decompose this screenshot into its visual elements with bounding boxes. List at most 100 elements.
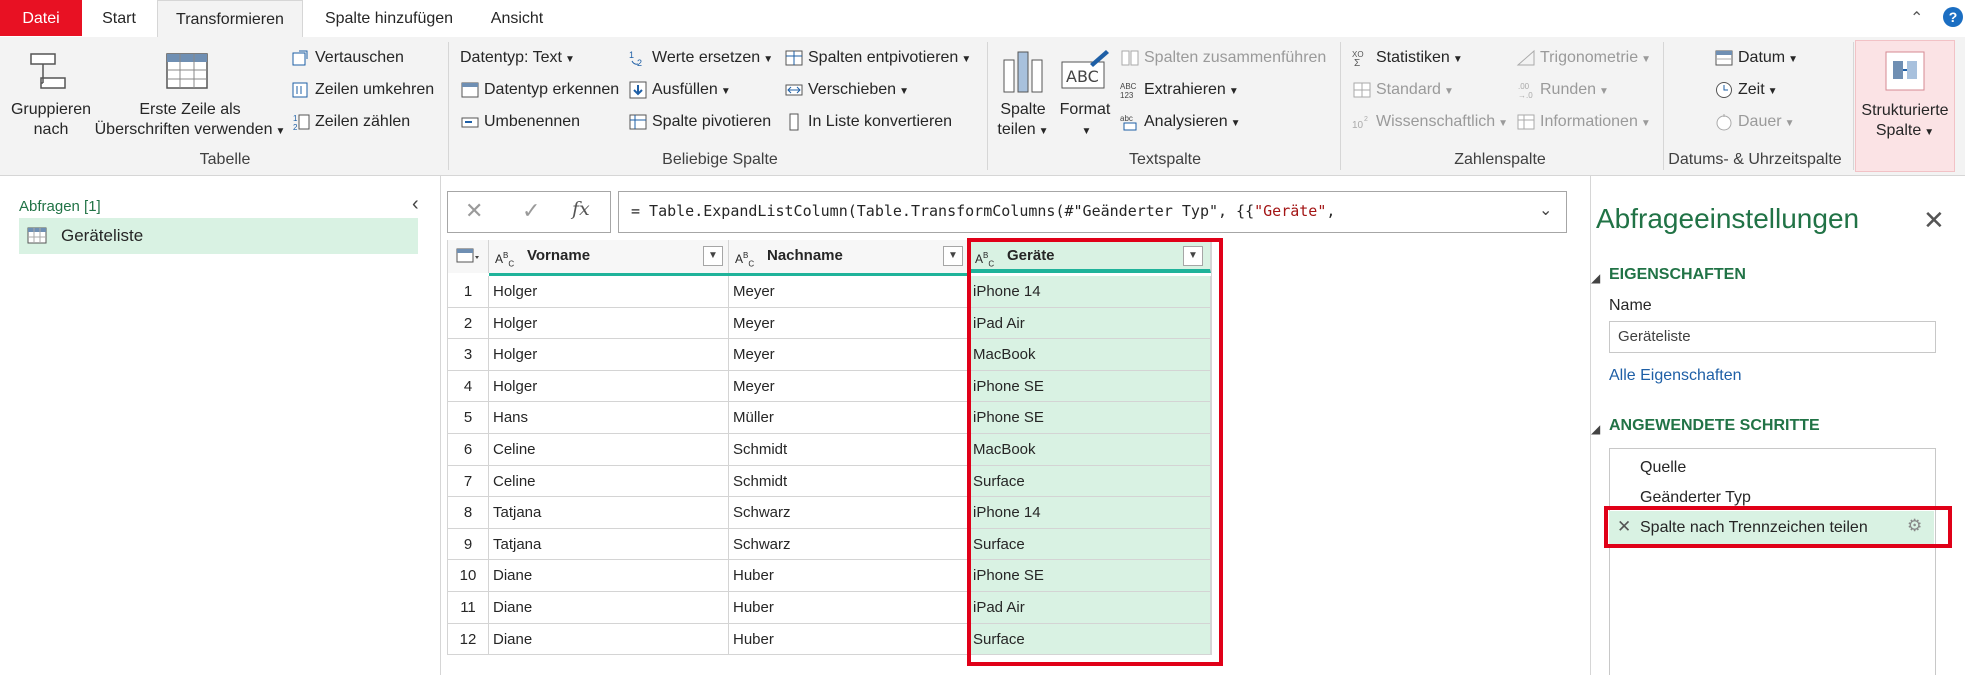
cell-nachname[interactable]: Meyer	[729, 370, 969, 403]
trigonometrie-button[interactable]: Trigonometrie ▼	[1516, 48, 1651, 70]
cell-vorname[interactable]: Holger	[489, 339, 729, 371]
cell-vorname[interactable]: Diane	[489, 592, 729, 624]
fx-icon[interactable]: fx	[572, 198, 590, 220]
strukturierte-spalte-button[interactable]: Strukturierte Spalte ▼	[1855, 40, 1955, 172]
information-icon	[1517, 114, 1535, 130]
chevron-down-icon: ▼	[1498, 118, 1509, 129]
cell-vorname[interactable]: Diane	[489, 560, 729, 592]
format-button[interactable]: Format ▼	[1055, 100, 1115, 142]
svg-text:Σ: Σ	[1354, 58, 1360, 67]
datentyp-dropdown[interactable]: Datentyp: Text ▼	[460, 48, 575, 70]
row-number: 1	[448, 276, 489, 308]
cancel-formula-icon[interactable]: ✕	[465, 198, 483, 224]
cell-nachname[interactable]: Meyer	[729, 276, 969, 308]
collapse-pane-icon[interactable]: ‹	[412, 193, 419, 216]
cell-nachname[interactable]: Schmidt	[729, 465, 969, 498]
pivot-column-icon	[629, 114, 647, 130]
zeilen-zaehlen-button[interactable]: 1 2 Zeilen zählen	[291, 112, 410, 132]
query-settings-title: Abfrageeinstellungen	[1596, 203, 1860, 234]
ausfuellen-label: Ausfüllen	[652, 81, 718, 98]
gruppieren-button[interactable]: Gruppieren nach	[5, 100, 97, 140]
row-number: 10	[448, 560, 489, 592]
chevron-down-icon: ▼	[1767, 86, 1778, 97]
cell-nachname[interactable]: Schmidt	[729, 434, 969, 466]
tab-datei[interactable]: Datei	[0, 0, 82, 36]
tab-start[interactable]: Start	[96, 0, 142, 36]
column-header-vorname[interactable]: ABC Vorname ▼	[489, 240, 729, 273]
step-quelle[interactable]: Quelle	[1640, 459, 1686, 477]
highlight-step	[1604, 506, 1952, 548]
name-input[interactable]: Geräteliste	[1609, 321, 1936, 353]
informationen-button[interactable]: Informationen ▼	[1516, 112, 1651, 134]
spalte-teilen-button[interactable]: Spalte teilen ▼	[994, 100, 1052, 142]
row-number: 4	[448, 370, 489, 403]
ausfuellen-button[interactable]: Ausfüllen ▼	[628, 80, 731, 102]
cell-nachname[interactable]: Meyer	[729, 339, 969, 371]
expand-formula-icon[interactable]: ⌄	[1539, 200, 1552, 220]
collapse-ribbon-icon[interactable]: ⌃	[1910, 8, 1923, 28]
cell-nachname[interactable]: Meyer	[729, 307, 969, 340]
help-icon[interactable]: ?	[1943, 7, 1963, 27]
query-settings-pane: Abfrageeinstellungen ✕ ◢ EIGENSCHAFTEN N…	[1590, 176, 1965, 675]
query-item-geraeteliste[interactable]: Geräteliste	[19, 218, 418, 254]
extrahieren-button[interactable]: ABC 123 Extrahieren ▼	[1120, 80, 1239, 102]
tab-ansicht[interactable]: Ansicht	[478, 0, 556, 36]
cell-vorname[interactable]: Celine	[489, 434, 729, 466]
cell-nachname[interactable]: Huber	[729, 592, 969, 624]
verschieben-button[interactable]: Verschieben ▼	[784, 80, 909, 102]
tab-spalte-hinzufuegen[interactable]: Spalte hinzufügen	[318, 0, 460, 36]
spalte-pivotieren-label: Spalte pivotieren	[652, 113, 772, 130]
zeit-button[interactable]: Zeit ▼	[1714, 80, 1778, 102]
confirm-formula-icon[interactable]: ✓	[522, 198, 540, 224]
cell-vorname[interactable]: Celine	[489, 465, 729, 498]
datum-button[interactable]: Datum ▼	[1714, 48, 1798, 70]
table-menu-button[interactable]	[448, 240, 489, 273]
svg-text:abc: abc	[1120, 114, 1133, 123]
spalten-zusammenfuehren-button[interactable]: Spalten zusammenführen	[1120, 48, 1326, 68]
cell-nachname[interactable]: Huber	[729, 560, 969, 592]
close-icon[interactable]: ✕	[1923, 205, 1945, 236]
cell-vorname[interactable]: Tatjana	[489, 528, 729, 561]
standard-button[interactable]: Standard ▼	[1352, 80, 1454, 102]
svg-text:.00: .00	[1518, 82, 1530, 91]
cell-vorname[interactable]: Hans	[489, 402, 729, 434]
wissenschaftlich-button[interactable]: 10 2 Wissenschaftlich ▼	[1352, 112, 1508, 134]
collapse-triangle-icon[interactable]: ◢	[1591, 271, 1600, 285]
chevron-down-icon: ▼	[1599, 86, 1609, 97]
trigonometry-icon	[1516, 49, 1535, 66]
cell-nachname[interactable]: Schwarz	[729, 528, 969, 561]
collapse-triangle-icon[interactable]: ◢	[1591, 422, 1600, 436]
column-header-nachname[interactable]: ABC Nachname ▼	[729, 240, 969, 273]
in-liste-konvertieren-button[interactable]: In Liste konvertieren	[784, 112, 952, 132]
tab-transformieren[interactable]: Transformieren	[157, 0, 303, 38]
cell-nachname[interactable]: Schwarz	[729, 497, 969, 529]
vertauschen-button[interactable]: Vertauschen	[291, 48, 404, 68]
statistiken-button[interactable]: XO Σ Statistiken ▼	[1352, 48, 1463, 70]
umbenennen-button[interactable]: Umbenennen	[460, 112, 580, 132]
column-header-label: Vorname	[527, 247, 591, 264]
cell-vorname[interactable]: Holger	[489, 370, 729, 403]
spalte-pivotieren-button[interactable]: Spalte pivotieren	[628, 112, 771, 132]
merge-columns-icon	[1121, 50, 1139, 66]
filter-dropdown-icon[interactable]: ▼	[943, 246, 963, 266]
formula-input[interactable]: = Table.ExpandListColumn(Table.Transform…	[618, 191, 1567, 233]
datentyp-erkennen-button[interactable]: Datentyp erkennen	[460, 80, 619, 100]
cell-nachname[interactable]: Müller	[729, 402, 969, 434]
chevron-down-icon: ▼	[899, 86, 909, 97]
alle-eigenschaften-link[interactable]: Alle Eigenschaften	[1609, 367, 1742, 385]
cell-vorname[interactable]: Diane	[489, 623, 729, 656]
cell-nachname[interactable]: Huber	[729, 623, 969, 656]
spalten-entpivotieren-button[interactable]: Spalten entpivotieren ▼	[784, 48, 971, 70]
dauer-button[interactable]: Dauer ▼	[1714, 112, 1794, 134]
step-geaenderter-typ[interactable]: Geänderter Typ	[1640, 489, 1751, 507]
werte-ersetzen-button[interactable]: 1 2 Werte ersetzen ▼	[628, 48, 773, 70]
filter-dropdown-icon[interactable]: ▼	[703, 246, 723, 266]
erste-zeile-button[interactable]: Erste Zeile als Überschriften verwenden ▼	[94, 100, 286, 142]
zeilen-umkehren-button[interactable]: Zeilen umkehren	[291, 80, 434, 100]
cell-vorname[interactable]: Holger	[489, 276, 729, 308]
extract-icon: ABC123	[1120, 82, 1137, 99]
cell-vorname[interactable]: Holger	[489, 307, 729, 340]
analysieren-button[interactable]: abc Analysieren ▼	[1120, 112, 1241, 134]
cell-vorname[interactable]: Tatjana	[489, 497, 729, 529]
runden-button[interactable]: .00 →.0 Runden ▼	[1516, 80, 1609, 102]
